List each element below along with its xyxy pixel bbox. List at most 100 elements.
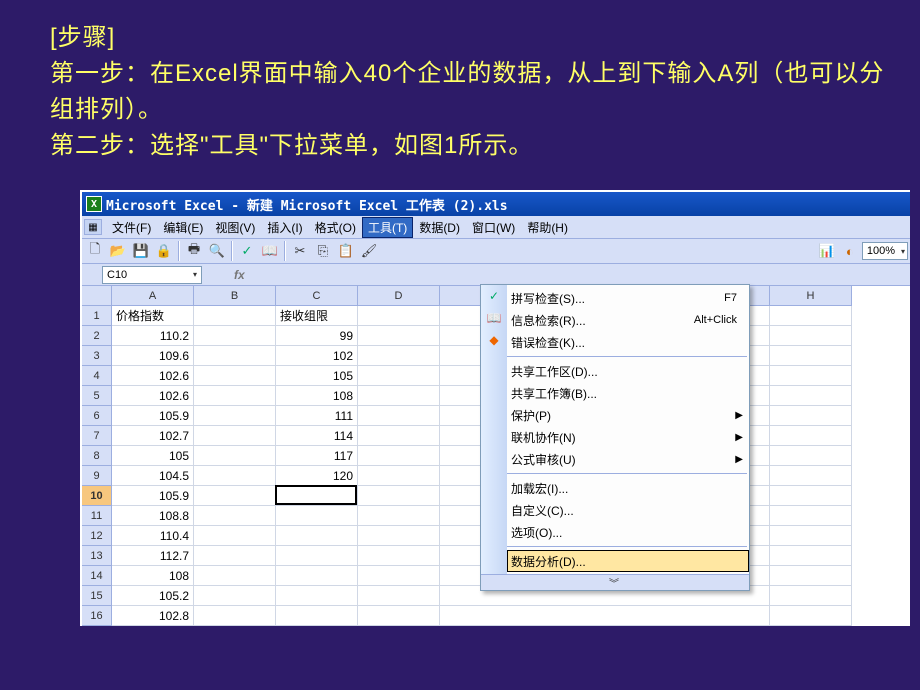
cell[interactable] — [358, 606, 440, 626]
cell[interactable] — [770, 606, 852, 626]
menu-item-data-analysis[interactable]: 数据分析(D)... — [507, 550, 749, 572]
cell[interactable]: 114 — [276, 426, 358, 446]
cell[interactable] — [276, 586, 358, 606]
cell[interactable] — [194, 466, 276, 486]
research-icon[interactable]: 📖 — [259, 240, 281, 262]
cell[interactable]: 102 — [276, 346, 358, 366]
menu-view[interactable]: 视图(V) — [209, 217, 261, 238]
cell[interactable]: 105 — [276, 366, 358, 386]
cell[interactable] — [358, 446, 440, 466]
col-header-h[interactable]: H — [770, 286, 852, 306]
cell[interactable]: 105.9 — [112, 406, 194, 426]
menu-file[interactable]: 文件(F) — [106, 217, 157, 238]
cell[interactable]: 109.6 — [112, 346, 194, 366]
menu-item-formula-audit[interactable]: 公式审核(U)▶ — [507, 448, 749, 470]
cell[interactable] — [770, 486, 852, 506]
paste-icon[interactable]: 📋 — [335, 240, 357, 262]
cell[interactable]: 102.6 — [112, 366, 194, 386]
select-all-corner[interactable] — [82, 286, 112, 306]
menu-item-error-check[interactable]: 错误检查(K)... — [507, 331, 749, 353]
menu-item-shared-workspace[interactable]: 共享工作区(D)... — [507, 360, 749, 382]
format-painter-icon[interactable]: 🖌 — [358, 240, 380, 262]
cell[interactable]: 117 — [276, 446, 358, 466]
menu-expand-chevron[interactable]: ︾ — [481, 574, 749, 590]
cell[interactable] — [358, 306, 440, 326]
cell[interactable] — [194, 386, 276, 406]
row-header[interactable]: 14 — [82, 566, 112, 586]
cell[interactable] — [194, 326, 276, 346]
cell[interactable] — [770, 446, 852, 466]
spellcheck-icon[interactable]: ✓ — [236, 240, 258, 262]
menu-edit[interactable]: 编辑(E) — [157, 217, 209, 238]
row-header[interactable]: 3 — [82, 346, 112, 366]
cell[interactable] — [194, 486, 276, 506]
cell[interactable] — [358, 426, 440, 446]
cell[interactable] — [770, 566, 852, 586]
row-header[interactable]: 11 — [82, 506, 112, 526]
cell[interactable] — [770, 586, 852, 606]
cell[interactable] — [194, 566, 276, 586]
menu-insert[interactable]: 插入(I) — [261, 217, 308, 238]
col-header-d[interactable]: D — [358, 286, 440, 306]
row-header[interactable]: 7 — [82, 426, 112, 446]
cell[interactable]: 105.2 — [112, 586, 194, 606]
cell[interactable]: 111 — [276, 406, 358, 426]
save-icon[interactable]: 💾 — [130, 240, 152, 262]
cell[interactable] — [358, 366, 440, 386]
cell[interactable] — [276, 566, 358, 586]
cell[interactable] — [770, 466, 852, 486]
col-header-a[interactable]: A — [112, 286, 194, 306]
cell[interactable]: 112.7 — [112, 546, 194, 566]
cell[interactable]: 接收组限 — [276, 306, 358, 326]
cell[interactable]: 104.5 — [112, 466, 194, 486]
cell[interactable] — [194, 586, 276, 606]
menu-item-protect[interactable]: 保护(P)▶ — [507, 404, 749, 426]
cell[interactable]: 105.9 — [112, 486, 194, 506]
new-icon[interactable]: 🗋 — [84, 240, 106, 262]
cell[interactable] — [194, 426, 276, 446]
menu-help[interactable]: 帮助(H) — [521, 217, 574, 238]
menu-item-addins[interactable]: 加载宏(I)... — [507, 477, 749, 499]
cell[interactable] — [194, 546, 276, 566]
permission-icon[interactable]: 🔒 — [153, 240, 175, 262]
row-header[interactable]: 5 — [82, 386, 112, 406]
cell[interactable] — [358, 466, 440, 486]
cell[interactable] — [194, 446, 276, 466]
menu-window[interactable]: 窗口(W) — [466, 217, 521, 238]
cell[interactable] — [358, 546, 440, 566]
cut-icon[interactable]: ✂ — [289, 240, 311, 262]
row-header[interactable]: 8 — [82, 446, 112, 466]
cell[interactable] — [770, 366, 852, 386]
cell[interactable] — [194, 606, 276, 626]
row-header[interactable]: 12 — [82, 526, 112, 546]
cell-active[interactable] — [276, 486, 358, 506]
menu-tools[interactable]: 工具(T) — [362, 217, 413, 238]
row-header[interactable]: 1 — [82, 306, 112, 326]
cell[interactable] — [358, 326, 440, 346]
menu-format[interactable]: 格式(O) — [309, 217, 362, 238]
menu-item-customize[interactable]: 自定义(C)... — [507, 499, 749, 521]
cell[interactable] — [194, 406, 276, 426]
print-icon[interactable]: 🖶 — [183, 240, 205, 262]
workbook-icon[interactable]: ▦ — [84, 219, 102, 235]
cell[interactable] — [358, 566, 440, 586]
cell[interactable] — [276, 526, 358, 546]
row-header[interactable]: 16 — [82, 606, 112, 626]
cell[interactable] — [770, 386, 852, 406]
cell[interactable]: 108 — [112, 566, 194, 586]
chart-icon[interactable]: 📊 — [816, 240, 838, 262]
cell[interactable] — [358, 346, 440, 366]
menu-item-collab[interactable]: 联机协作(N)▶ — [507, 426, 749, 448]
row-header-active[interactable]: 10 — [82, 486, 112, 506]
cell[interactable] — [194, 346, 276, 366]
cell[interactable] — [770, 326, 852, 346]
menu-item-shared-workbook[interactable]: 共享工作簿(B)... — [507, 382, 749, 404]
cell[interactable] — [770, 346, 852, 366]
cell[interactable]: 110.2 — [112, 326, 194, 346]
cell[interactable] — [194, 506, 276, 526]
row-header[interactable]: 15 — [82, 586, 112, 606]
row-header[interactable]: 2 — [82, 326, 112, 346]
menu-item-options[interactable]: 选项(O)... — [507, 521, 749, 543]
cell[interactable] — [770, 426, 852, 446]
cell[interactable] — [770, 506, 852, 526]
